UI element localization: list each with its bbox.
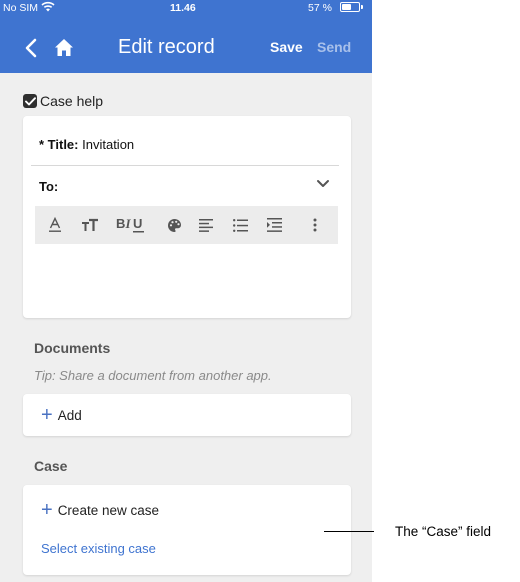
callout-line [324,531,374,532]
carrier-text: No SIM [3,2,39,14]
wifi-icon [41,1,55,12]
case-heading: Case [34,458,68,474]
create-new-case-label: Create new case [57,502,159,518]
to-label: To: [39,179,59,194]
indent-icon[interactable] [261,206,287,244]
plus-icon: + [41,404,53,426]
case-field-card: + Create new case Select existing case [23,485,351,575]
battery-tip [361,5,363,9]
palette-icon[interactable] [161,206,187,244]
figure-stage: No SIM 11.46 57 % Edit record Save Send [0,0,520,582]
svg-text:I: I [125,216,132,231]
add-document-label: Add [57,407,82,423]
title-value[interactable]: Invitation [82,137,134,152]
checkbox-checked-icon[interactable] [23,94,37,108]
message-body-input[interactable] [35,246,338,308]
chevron-down-icon[interactable] [316,179,330,189]
status-time: 11.46 [170,2,196,14]
formatting-toolbar: BIU [35,206,338,244]
title-label: * Title: [39,137,79,152]
create-new-case-button[interactable]: + Create new case [41,499,159,521]
text-size-icon[interactable] [77,206,103,244]
documents-heading: Documents [34,340,111,356]
callout-label: The “Case” field [395,524,492,539]
svg-text:B: B [116,216,125,231]
plus-icon: + [41,499,53,521]
svg-text:U: U [133,216,142,231]
more-icon[interactable] [305,206,325,244]
add-document-button[interactable]: + Add [41,404,82,426]
title-field[interactable]: * Title: Invitation [39,137,134,152]
case-help-checkbox[interactable]: Case help [23,93,103,109]
chevron-left-icon[interactable] [24,38,38,58]
battery-percent: 57 % [308,2,332,14]
select-existing-case-link[interactable]: Select existing case [41,541,156,556]
documents-card: + Add [23,394,351,436]
send-button[interactable]: Send [317,39,351,55]
app-header: No SIM 11.46 57 % Edit record Save Send [0,0,372,73]
bold-italic-underline-icon[interactable]: BIU [113,206,153,244]
case-help-label: Case help [40,93,104,109]
documents-tip: Tip: Share a document from another app. [34,368,272,383]
page-title: Edit record [118,36,215,58]
phone-screen: No SIM 11.46 57 % Edit record Save Send [0,0,372,582]
divider [31,165,339,166]
editor-card: * Title: Invitation To: BIU [23,116,351,318]
align-left-icon[interactable] [193,206,219,244]
save-button[interactable]: Save [270,39,303,55]
bulleted-list-icon[interactable] [227,206,253,244]
font-color-icon[interactable] [43,206,67,244]
battery-level-fill [342,4,352,10]
home-icon[interactable] [54,38,74,57]
battery-icon [340,2,360,12]
